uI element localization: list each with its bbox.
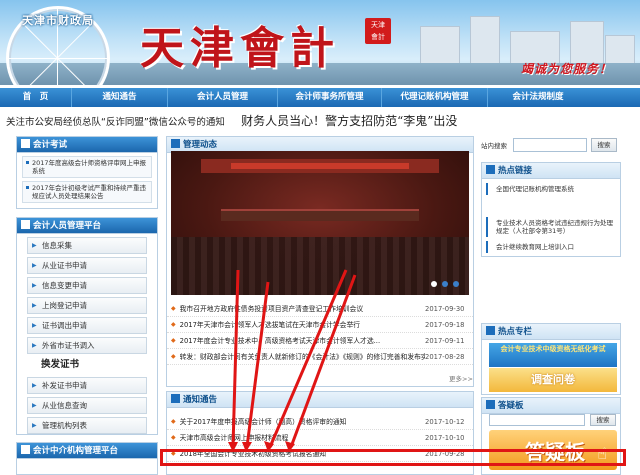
highlight-box [160,449,626,466]
annotation-arrows [228,269,357,452]
